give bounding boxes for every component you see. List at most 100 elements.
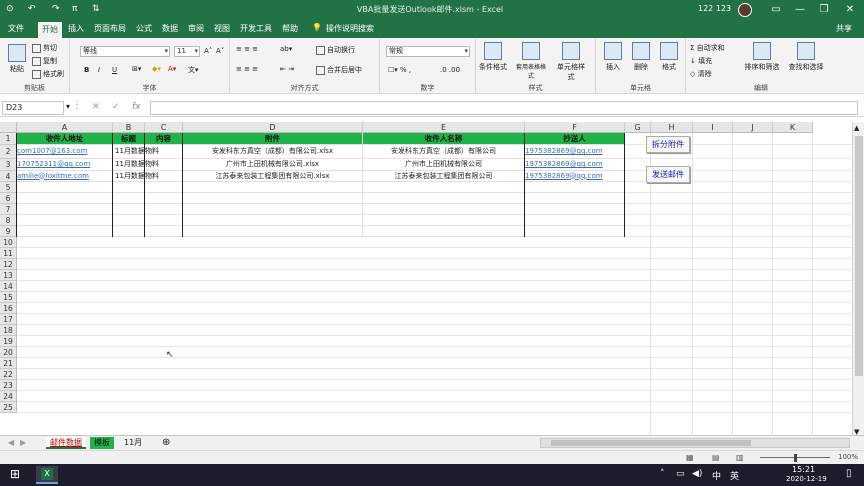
network-icon[interactable]: ▭ bbox=[676, 469, 685, 479]
column-header-i[interactable]: I bbox=[693, 122, 733, 133]
format-painter-button[interactable]: 格式刷 bbox=[32, 69, 64, 79]
table-cell[interactable] bbox=[525, 204, 625, 215]
format-cells-button[interactable]: 格式 bbox=[654, 42, 684, 72]
column-header-c[interactable]: C bbox=[145, 122, 183, 133]
column-header-j[interactable]: J bbox=[733, 122, 773, 133]
add-sheet-icon[interactable]: ⊕ bbox=[158, 437, 174, 449]
decimal-icon[interactable]: .0 .00 bbox=[440, 66, 460, 74]
table-cell[interactable] bbox=[525, 215, 625, 226]
indent-icon[interactable]: ⇤ ⇥ bbox=[280, 65, 294, 73]
worksheet-grid[interactable]: ABCDEFGHIJK 1 2 3 4 5 6 7 8 9 10 11 12 13 14 15 16 17 18 1… bbox=[0, 122, 852, 440]
avatar[interactable] bbox=[738, 3, 752, 17]
table-cell[interactable] bbox=[145, 193, 183, 204]
table-header-cell[interactable]: 附件 bbox=[183, 133, 363, 145]
split-attachments-button[interactable]: 拆分附件 bbox=[646, 136, 690, 153]
tab-developer[interactable]: 开发工具 bbox=[240, 23, 272, 34]
wrap-text-button[interactable]: 自动换行 bbox=[316, 45, 355, 55]
name-box-dropdown-icon[interactable]: ▾ bbox=[66, 102, 70, 111]
row-header-22[interactable]: 22 bbox=[0, 369, 17, 380]
tab-formulas[interactable]: 公式 bbox=[136, 23, 152, 34]
shrink-font-button[interactable]: A˅ bbox=[216, 47, 224, 55]
ime-icon[interactable]: 中 bbox=[712, 469, 721, 482]
row-header-13[interactable]: 13 bbox=[0, 270, 17, 281]
row-header-11[interactable]: 11 bbox=[0, 248, 17, 259]
vertical-scrollbar[interactable]: ▲ ▼ bbox=[852, 122, 864, 440]
share-button[interactable]: 共享 bbox=[836, 23, 852, 34]
page-break-view-icon[interactable]: ▥ bbox=[736, 453, 744, 462]
font-color-icon[interactable]: A▾ bbox=[168, 65, 176, 73]
table-cell[interactable] bbox=[525, 193, 625, 204]
table-cell[interactable] bbox=[17, 193, 113, 204]
table-cell[interactable] bbox=[363, 226, 525, 237]
tell-me-search[interactable]: 操作说明搜索 bbox=[326, 23, 374, 34]
row-header-5[interactable]: 5 bbox=[0, 182, 17, 193]
sort-filter-button[interactable]: 排序和筛选 bbox=[742, 42, 782, 72]
table-cell[interactable] bbox=[363, 204, 525, 215]
align-left-icon[interactable]: ≡ ≡ ≡ bbox=[236, 65, 258, 73]
tab-file[interactable]: 文件 bbox=[8, 23, 24, 34]
row-header-21[interactable]: 21 bbox=[0, 358, 17, 369]
send-mail-button[interactable]: 发送邮件 bbox=[646, 166, 690, 183]
column-header-e[interactable]: E bbox=[363, 122, 525, 133]
table-cell[interactable]: 11月数据 bbox=[113, 159, 145, 171]
row-header-19[interactable]: 19 bbox=[0, 336, 17, 347]
ime-icon-2[interactable]: 英 bbox=[730, 469, 739, 482]
table-cell[interactable] bbox=[17, 204, 113, 215]
scroll-thumb[interactable] bbox=[855, 136, 863, 376]
bold-button[interactable]: B bbox=[84, 66, 89, 74]
sheet-tab-template[interactable]: 模板 bbox=[90, 437, 114, 449]
row-header-18[interactable]: 18 bbox=[0, 325, 17, 336]
conditional-format-button[interactable]: 条件格式 bbox=[478, 42, 508, 72]
scroll-up-icon[interactable]: ▲ bbox=[854, 124, 859, 132]
tab-home[interactable]: 开始 bbox=[38, 22, 62, 38]
table-cell[interactable]: 江苏泰来包装工程集团有限公司.xlsx bbox=[183, 171, 363, 182]
table-cell[interactable]: 安发科东方真空（成都）有限公司.xlsx bbox=[183, 145, 363, 159]
row-header-12[interactable]: 12 bbox=[0, 259, 17, 270]
volume-icon[interactable]: ◀) bbox=[692, 469, 702, 479]
table-cell[interactable]: 物料 bbox=[145, 145, 183, 159]
sort-icon[interactable]: ⇅ bbox=[92, 4, 100, 14]
find-select-button[interactable]: 查找和选择 bbox=[786, 42, 826, 72]
excel-taskbar-button[interactable]: X bbox=[36, 466, 58, 484]
fx-icon[interactable]: fx bbox=[132, 102, 141, 112]
row-header-7[interactable]: 7 bbox=[0, 204, 17, 215]
row-header-24[interactable]: 24 bbox=[0, 391, 17, 402]
page-layout-view-icon[interactable]: ▤ bbox=[712, 453, 720, 462]
tab-insert[interactable]: 插入 bbox=[68, 23, 84, 34]
table-cell[interactable] bbox=[525, 182, 625, 193]
column-header-d[interactable]: D bbox=[183, 122, 363, 133]
table-cell[interactable]: 广州市上田机械有限公司 bbox=[363, 159, 525, 171]
table-cell[interactable] bbox=[363, 215, 525, 226]
table-cell[interactable]: 1975382869@qq.com bbox=[525, 159, 625, 171]
grow-font-button[interactable]: A˄ bbox=[204, 47, 212, 55]
table-cell[interactable]: 170752311@qq.com bbox=[17, 159, 113, 171]
normal-view-icon[interactable]: ▦ bbox=[686, 453, 694, 462]
column-header-f[interactable]: F bbox=[525, 122, 625, 133]
border-icon[interactable]: ⊞▾ bbox=[132, 65, 141, 73]
row-header-14[interactable]: 14 bbox=[0, 281, 17, 292]
table-cell[interactable]: 1975382869@qq.com bbox=[525, 145, 625, 159]
autosum-button[interactable]: Σ 自动求和 bbox=[690, 43, 725, 53]
table-cell[interactable]: com1007@163.com bbox=[17, 145, 113, 159]
table-cell[interactable] bbox=[113, 182, 145, 193]
tab-data[interactable]: 数据 bbox=[162, 23, 178, 34]
table-header-cell[interactable]: 内容 bbox=[145, 133, 183, 145]
table-cell[interactable]: 1975382869@qq.com bbox=[525, 171, 625, 182]
table-cell[interactable]: 物料 bbox=[145, 159, 183, 171]
font-name-select[interactable]: 等线 bbox=[80, 46, 170, 57]
clock-date[interactable]: 2020-12-19 bbox=[786, 475, 827, 483]
sheet-tab-mail-data[interactable]: 邮件数据 bbox=[46, 437, 86, 449]
row-header-10[interactable]: 10 bbox=[0, 237, 17, 248]
table-cell[interactable] bbox=[113, 226, 145, 237]
column-header-h[interactable]: H bbox=[651, 122, 693, 133]
table-cell[interactable]: 广州市上田机械有限公司.xlsx bbox=[183, 159, 363, 171]
insert-cells-button[interactable]: 插入 bbox=[598, 42, 628, 72]
select-all-corner[interactable] bbox=[0, 122, 17, 133]
table-cell[interactable] bbox=[145, 226, 183, 237]
save-icon[interactable]: ⊙ bbox=[6, 4, 14, 14]
zoom-slider-thumb[interactable] bbox=[794, 454, 797, 462]
table-cell[interactable]: 11月数据 bbox=[113, 145, 145, 159]
name-box[interactable]: D23 bbox=[2, 101, 64, 115]
horizontal-scrollbar[interactable] bbox=[540, 438, 850, 448]
redo-icon[interactable]: ↷ bbox=[52, 4, 60, 14]
